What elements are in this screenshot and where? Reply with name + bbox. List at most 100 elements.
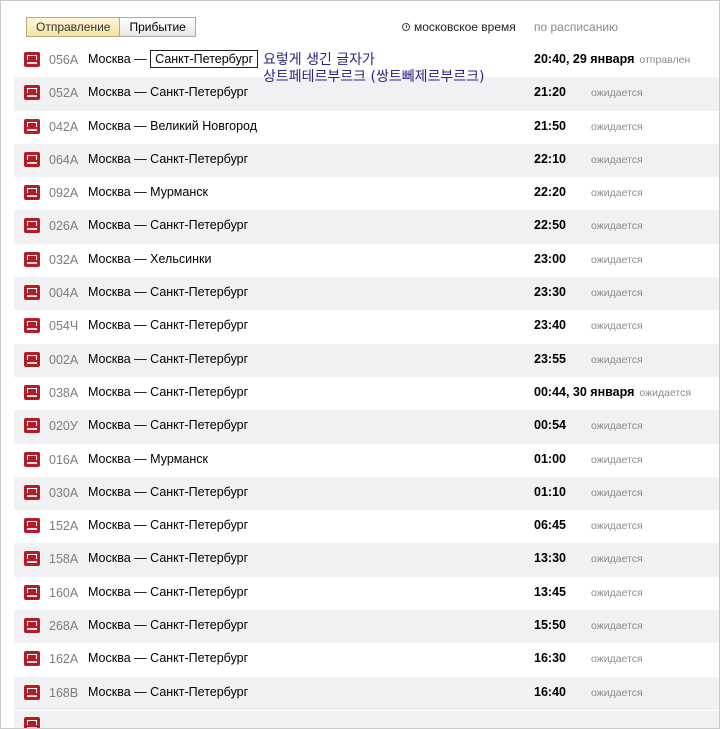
table-row[interactable]: 054Ч Москва — Санкт-Петербург 23:40 ожидает… [14,310,719,343]
train-number[interactable]: 092A [49,186,78,200]
train-route[interactable]: Москва — Мурманск [88,452,208,466]
train-route[interactable]: Москва — Великий Новгород [88,119,257,133]
train-number[interactable]: 020У [49,419,78,433]
route-to: Санкт-Петербург [150,518,249,533]
train-route[interactable]: Москва — Санкт-Петербург [88,418,248,432]
train-icon [24,185,40,201]
status-label: ожидается [639,386,692,399]
train-icon [24,584,40,600]
train-route[interactable]: Москва — Санкт-Петербург [88,551,248,565]
table-row[interactable]: 268A Москва — Санкт-Петербург 15:50 ожидает… [14,610,719,644]
train-number[interactable]: 168B [49,686,78,700]
train-route[interactable]: Москва — Санкт-Петербург [88,50,259,68]
table-row[interactable]: 016A Москва — Мурманск 01:00 ожидается [14,444,719,477]
train-icon [24,717,40,728]
route-separator: — [134,551,147,566]
train-number[interactable]: 016A [49,453,78,467]
train-number[interactable]: 152A [49,519,78,533]
table-row[interactable]: 042A Москва — Великий Новгород 21:50 ожидае… [14,111,719,144]
departure-time: 15:50 ожидается [534,618,643,632]
train-route[interactable]: Москва — Санкт-Петербург [88,618,248,632]
table-row[interactable]: 026A Москва — Санкт-Петербург 22:50 ожидает… [14,210,719,244]
train-route[interactable]: Москва — Санкт-Петербург [88,85,248,99]
route-to: Санкт-Петербург [150,584,249,599]
train-number[interactable]: 056A [49,53,78,67]
train-number[interactable]: 032A [49,253,78,267]
route-from: Москва [88,518,131,533]
train-number[interactable]: 004A [49,286,78,300]
train-number[interactable]: 026A [49,219,78,233]
table-row[interactable]: 032A Москва — Хельсинки 23:00 ожидается [14,244,719,277]
route-separator: — [134,384,147,399]
train-icon [24,651,40,667]
status-label: ожидается [591,586,643,599]
train-number[interactable]: 054Ч [49,319,78,333]
train-number[interactable]: 002A [49,353,78,367]
train-icon [24,118,40,134]
tab-departure[interactable]: Отправление [26,17,121,37]
train-number[interactable]: 268A [49,619,78,633]
table-row[interactable]: 092A Москва — Мурманск 22:20 ожидается [14,177,719,210]
train-number[interactable]: 042A [49,120,78,134]
route-from: Москва [88,584,131,599]
train-route[interactable]: Москва — Санкт-Петербург [88,585,248,599]
departure-time: 23:55 ожидается [534,352,643,366]
train-number[interactable]: 038A [49,386,78,400]
departure-time: 00:54 ожидается [534,418,643,432]
table-row[interactable]: 038A Москва — Санкт-Петербург 00:44, 30 ян… [14,377,719,410]
train-number[interactable]: 162A [49,652,78,666]
train-route[interactable]: Москва — Мурманск [88,185,208,199]
route-from: Москва [88,118,131,133]
train-icon [24,218,40,234]
train-route[interactable]: Москва — Санкт-Петербург [88,685,248,699]
train-number[interactable]: 160A [49,586,78,600]
time-value: 22:20 [534,185,566,200]
annotation-line-1: 요렇게 생긴 글자가 [263,52,375,68]
table-row[interactable]: 158A Москва — Санкт-Петербург 13:30 ожидает… [14,543,719,577]
train-route[interactable]: Москва — Санкт-Петербург [88,285,248,299]
departure-time: 00:44, 30 января ожидается [534,385,691,399]
route-from: Москва [88,618,131,633]
train-route[interactable]: Москва — Санкт-Петербург [88,485,248,499]
schedule-link[interactable]: по расписанию [534,20,618,34]
train-route[interactable]: Москва — Санкт-Петербург [88,152,248,166]
train-route[interactable]: Москва — Санкт-Петербург [88,651,248,665]
time-value: 23:30 [534,285,566,300]
status-label: ожидается [591,520,643,533]
route-separator: — [134,52,147,66]
train-number[interactable]: 158A [49,552,78,566]
train-number[interactable]: 030A [49,486,78,500]
train-number[interactable]: 052A [49,86,78,100]
time-value: 22:50 [534,218,566,233]
route-separator: — [134,185,147,200]
table-row[interactable]: 162A Москва — Санкт-Петербург 16:30 ожидает… [14,643,719,676]
route-to: Санкт-Петербург [150,285,249,300]
table-row[interactable]: 030A Москва — Санкт-Петербург 01:10 ожидает… [14,476,719,511]
route-from: Москва [88,651,131,666]
table-row[interactable]: 152A Москва — Санкт-Петербург 06:45 ожидает… [14,510,719,543]
route-separator: — [134,151,147,166]
table-row[interactable]: 064A Москва — Санкт-Петербург 22:10 ожидает… [14,143,719,178]
departure-time: 20:40, 29 января отправлен [534,52,690,66]
train-route[interactable]: Москва — Санкт-Петербург [88,218,248,232]
table-row[interactable]: 160A Москва — Санкт-Петербург 13:45 ожидает… [14,577,719,610]
route-separator: — [134,318,147,333]
train-number[interactable]: 064A [49,153,78,167]
route-from: Москва [88,52,131,66]
tab-arrival[interactable]: Прибытие [120,17,196,37]
train-route[interactable]: Москва — Санкт-Петербург [88,352,248,366]
table-row[interactable]: 002A Москва — Санкт-Петербург 23:55 ожидает… [14,343,719,377]
table-row[interactable]: 004A Москва — Санкт-Петербург 23:30 ожидает… [14,277,719,311]
table-row[interactable]: 168B Москва — Санкт-Петербург 16:40 ожидает… [14,676,719,710]
departure-time: 22:50 ожидается [534,218,643,233]
route-from: Москва [88,285,131,300]
departure-time: 16:40 ожидается [534,685,643,699]
route-to: Санкт-Петербург [150,651,249,666]
train-route[interactable]: Москва — Хельсинки [88,252,211,266]
time-value: 20:40 [534,52,566,66]
train-route[interactable]: Москва — Санкт-Петербург [88,518,248,532]
train-route[interactable]: Москва — Санкт-Петербург [88,318,248,332]
table-row[interactable]: 020У Москва — Санкт-Петербург 00:54 ожидает… [14,410,719,444]
route-from: Москва [88,384,131,399]
train-route[interactable]: Москва — Санкт-Петербург [88,385,248,399]
